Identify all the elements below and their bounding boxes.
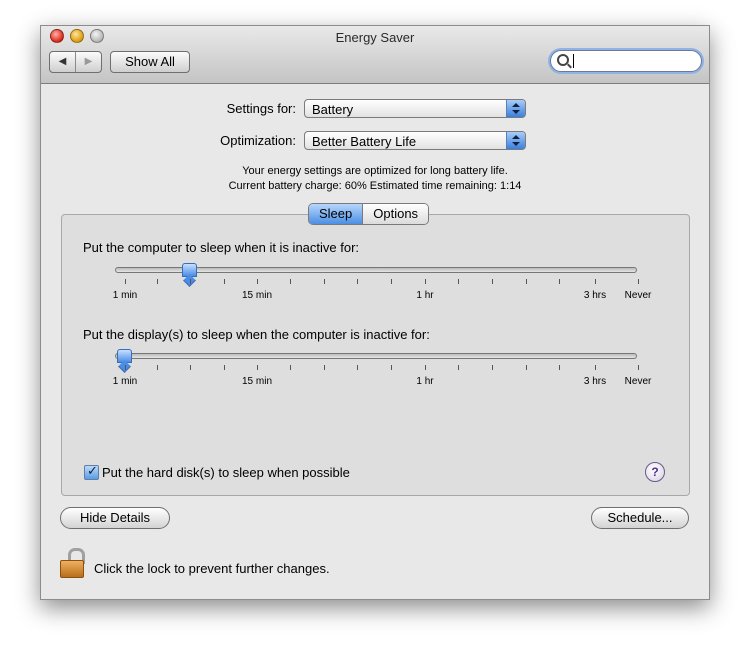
slider-tick [559,365,560,370]
display-sleep-label: Put the display(s) to sleep when the com… [83,327,430,342]
slider-tick [190,365,191,370]
slider-tick [638,279,639,284]
slider-tick [324,279,325,284]
tick-label-never: Never [624,290,652,301]
tick-label-15-min: 15 min [241,290,273,301]
slider-tick [492,365,493,370]
tick-label-1-min: 1 min [112,376,138,387]
slider-tick [357,279,358,284]
computer-sleep-label: Put the computer to sleep when it is ina… [83,240,360,255]
settings-for-value: Battery [312,102,354,117]
lock-icon[interactable] [60,548,86,578]
display-sleep-track[interactable] [115,353,637,359]
slider-tick [290,365,291,370]
tab-options[interactable]: Options [362,204,429,224]
slider-tick [391,365,392,370]
slider-tick [595,279,596,284]
search-field[interactable] [550,50,702,72]
hard-disk-sleep-checkbox[interactable]: ✓ [84,463,99,480]
tick-label-3-hrs: 3 hrs [583,376,607,387]
slider-tick [157,365,158,370]
toolbar: Energy Saver ◀ ▶ Show All [41,26,709,84]
tick-label-1-min: 1 min [112,290,138,301]
text-caret [573,54,574,68]
help-button[interactable]: ? [645,462,665,482]
schedule-button[interactable]: Schedule... [591,507,689,529]
popup-arrows-icon [506,100,525,117]
computer-sleep-slider-thumb[interactable] [181,263,197,277]
tick-label-3-hrs: 3 hrs [583,290,607,301]
tab-bar: Sleep Options [308,203,430,225]
slider-tick [526,365,527,370]
slider-tick [391,279,392,284]
slider-tick [357,365,358,370]
slider-tick [595,365,596,370]
slider-tick [638,365,639,370]
slider-tick [458,279,459,284]
forward-arrow-icon[interactable]: ▶ [75,52,101,72]
hide-details-button[interactable]: Hide Details [60,507,170,529]
slider-tick [458,365,459,370]
slider-tick [257,365,258,370]
slider-tick [224,365,225,370]
slider-tick [224,279,225,284]
tab-sleep[interactable]: Sleep [309,204,363,224]
hard-disk-sleep-label[interactable]: Put the hard disk(s) to sleep when possi… [102,465,350,480]
slider-tick [526,279,527,284]
slider-tick [425,279,426,284]
tick-label-never: Never [624,376,652,387]
search-input[interactable] [571,52,693,69]
tick-label-1-hr: 1 hr [416,376,434,387]
show-all-button[interactable]: Show All [110,51,190,73]
checkmark-icon: ✓ [87,463,98,478]
popup-arrows-icon [506,132,525,149]
slider-tick [492,279,493,284]
slider-tick [290,279,291,284]
info-line-battery: Current battery charge: 60% Estimated ti… [228,180,522,192]
settings-for-label: Settings for: [226,101,296,116]
slider-tick [157,279,158,284]
window-title: Energy Saver [335,30,415,45]
back-forward-control: ◀ ▶ [49,51,102,73]
slider-tick [324,365,325,370]
slider-tick [190,279,191,284]
optimization-popup[interactable]: Better Battery Life [304,131,526,150]
info-line-optimized: Your energy settings are optimized for l… [242,165,508,177]
slider-tick [125,365,126,370]
optimization-value: Better Battery Life [312,134,417,149]
tick-label-1-hr: 1 hr [416,290,434,301]
slider-tick [257,279,258,284]
settings-for-popup[interactable]: Battery [304,99,526,118]
tick-label-15-min: 15 min [241,376,273,387]
optimization-label: Optimization: [220,133,296,148]
slider-tick [125,279,126,284]
slider-tick [559,279,560,284]
slider-tick [425,365,426,370]
display-sleep-slider-thumb[interactable] [116,349,132,363]
lock-message: Click the lock to prevent further change… [94,561,330,576]
search-icon [557,54,569,66]
energy-saver-window: Energy Saver ◀ ▶ Show All Settings for: … [40,25,710,600]
back-arrow-icon[interactable]: ◀ [50,52,75,72]
